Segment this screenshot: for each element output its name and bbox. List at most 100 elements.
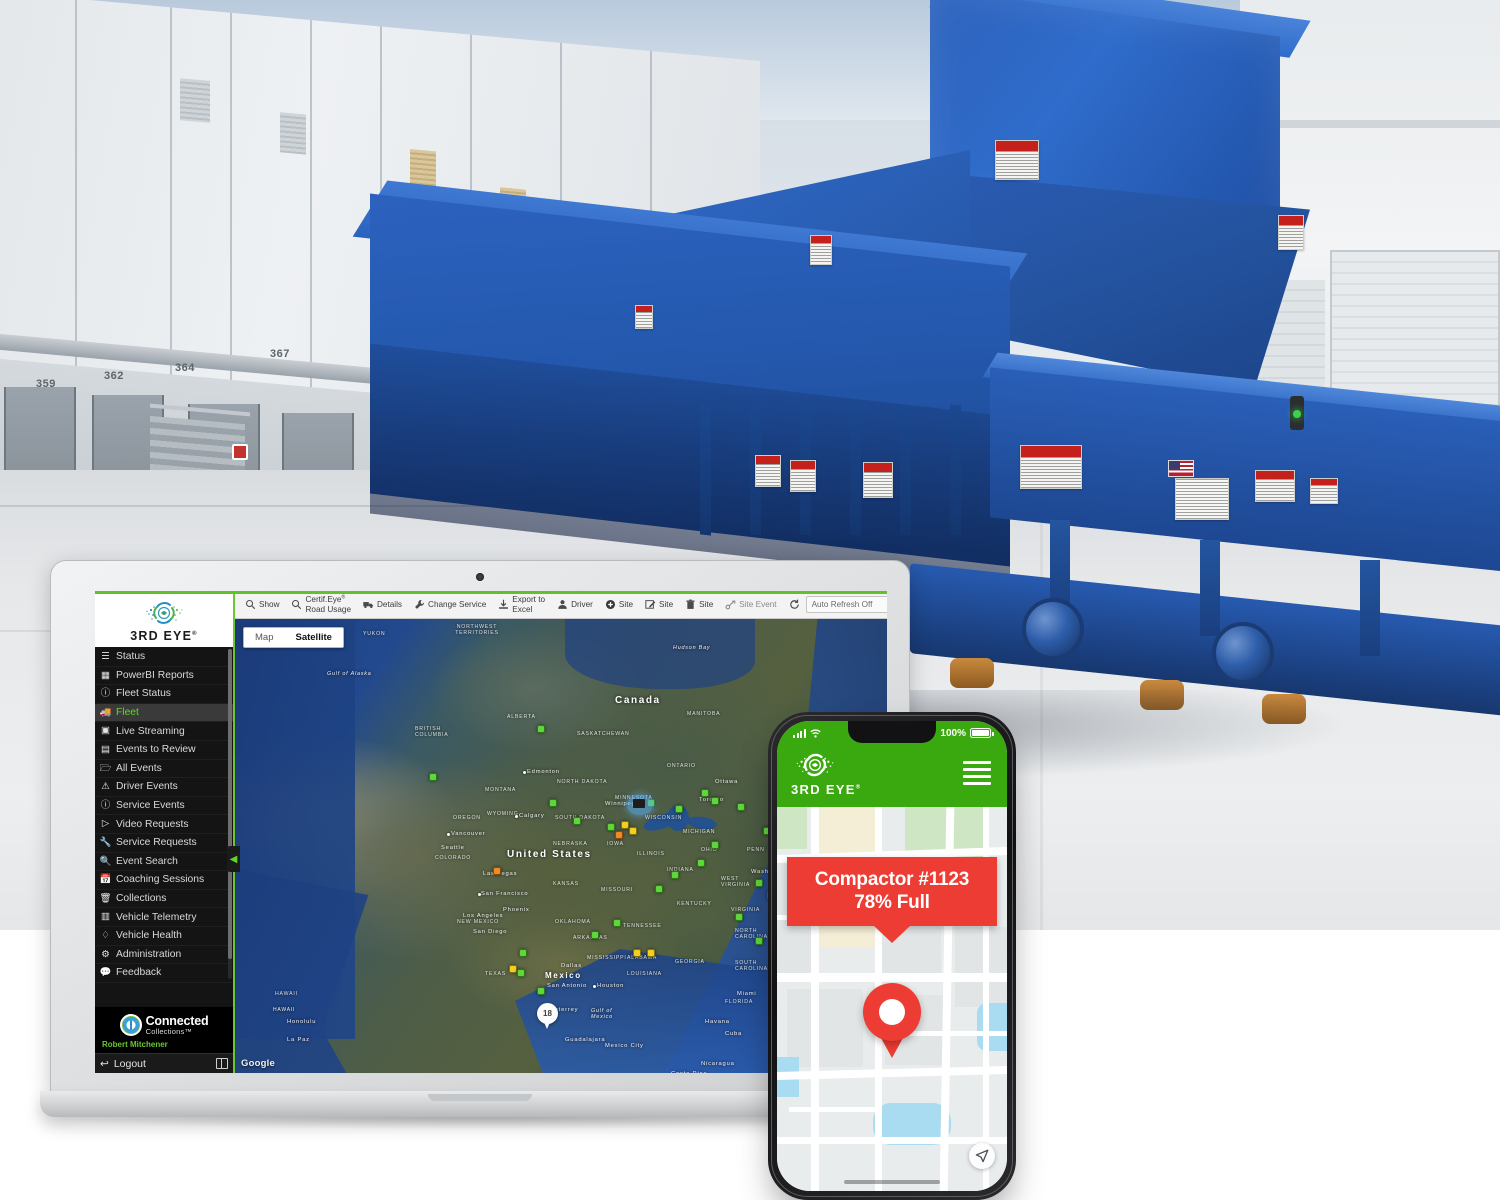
fleet-marker-ok[interactable]: [429, 773, 437, 781]
side-panel-toggle-icon[interactable]: [216, 1058, 228, 1069]
fleet-marker-warning[interactable]: [647, 949, 655, 957]
sidebar-item-label: Service Requests: [116, 837, 197, 849]
toolbar-details-button[interactable]: Details: [357, 591, 408, 618]
sidebar-item-label: Service Events: [116, 800, 185, 812]
toolbar-label: Site: [618, 599, 634, 609]
sidebar-item-driver-events[interactable]: ⚠ Driver Events: [95, 778, 233, 797]
fleet-marker-ok[interactable]: [711, 797, 719, 805]
fleet-marker-warning[interactable]: [629, 827, 637, 835]
fleet-marker-ok[interactable]: [711, 841, 719, 849]
warning-label: [863, 462, 893, 498]
sidebar-item-administration[interactable]: ⚙ Administration: [95, 946, 233, 965]
toolbar-export-to-excel-button[interactable]: Export to Excel: [492, 591, 551, 618]
video-camera-icon: ▣: [101, 725, 110, 737]
fleet-marker-ok[interactable]: [573, 817, 581, 825]
pin-center-dot: [879, 999, 905, 1025]
third-eye-logo-icon: [146, 601, 183, 624]
warning-label: [1020, 445, 1082, 489]
fleet-marker-ok[interactable]: [735, 913, 743, 921]
chart-image-icon: ▦: [101, 669, 110, 681]
fleet-marker-warning[interactable]: [509, 965, 517, 973]
sidebar-item-service-requests[interactable]: 🔧 Service Requests: [95, 834, 233, 853]
toolbar-delete-site-button[interactable]: Site: [679, 591, 719, 618]
sidebar-item-vehicle-health[interactable]: ♢ Vehicle Health: [95, 927, 233, 946]
app-accent-bar: [95, 591, 887, 594]
fleet-marker-ok[interactable]: [675, 805, 683, 813]
toolbar-show-button[interactable]: Show: [239, 591, 285, 618]
collapse-left-chevron-icon[interactable]: ◀: [227, 846, 240, 872]
dock-door-number: 364: [175, 362, 195, 374]
fleet-marker-ok[interactable]: [737, 803, 745, 811]
fleet-marker-ok[interactable]: [671, 871, 679, 879]
navigation-arrow-icon[interactable]: [969, 1143, 995, 1169]
map-type-control: Map Satellite: [243, 627, 344, 648]
sidebar-item-all-events[interactable]: 🗁 All Events: [95, 760, 233, 779]
wifi-icon: [809, 728, 821, 738]
selected-vehicle-icon[interactable]: [633, 799, 645, 808]
toolbar-edit-site-button[interactable]: Site: [639, 591, 679, 618]
sidebar-item-coaching-sessions[interactable]: 📅 Coaching Sessions: [95, 871, 233, 890]
person-icon: [558, 600, 567, 609]
warning-label: [810, 235, 832, 265]
map-cluster-marker[interactable]: 18: [537, 1003, 558, 1030]
brand-header: 3RD EYE®: [95, 591, 233, 647]
fleet-marker-ok[interactable]: [517, 969, 525, 977]
map-type-satellite-button[interactable]: Satellite: [284, 628, 342, 647]
toolbar-change-service-button[interactable]: Change Service: [408, 591, 492, 618]
sidebar-item-fleet-status[interactable]: ⓘ Fleet Status: [95, 685, 233, 704]
sidebar-item-powerbi-reports[interactable]: ▦ PowerBI Reports: [95, 667, 233, 686]
sidebar-item-label: Fleet: [116, 707, 139, 719]
trash-bin-icon: [686, 599, 695, 609]
third-eye-logo-icon: [796, 753, 834, 776]
toolbar-add-site-button[interactable]: Site: [599, 591, 639, 618]
fleet-marker-ok[interactable]: [755, 937, 763, 945]
plus-circle-icon: [605, 599, 615, 610]
toolbar-driver-button[interactable]: Driver: [551, 591, 599, 618]
sidebar-item-event-search[interactable]: 🔍 Event Search: [95, 853, 233, 872]
sidebar-scrollbar-thumb[interactable]: [228, 649, 232, 959]
auto-refresh-select[interactable]: Auto Refresh Off ▲▼: [805, 596, 887, 613]
fleet-marker-ok[interactable]: [591, 931, 599, 939]
sidebar-item-fleet[interactable]: 🚚 Fleet: [95, 703, 233, 723]
app-sidebar: 3RD EYE® ☰ Status ▦ PowerBI Reports ⓘ Fl…: [95, 591, 240, 1073]
fleet-marker-ok[interactable]: [607, 823, 615, 831]
sidebar-item-status[interactable]: ☰ Status: [95, 648, 233, 667]
fleet-marker-alert[interactable]: [615, 831, 623, 839]
toolbar-site-event-button[interactable]: Site Event: [719, 591, 782, 618]
toolbar-label: Site: [699, 599, 714, 609]
fleet-marker-ok[interactable]: [519, 949, 527, 957]
toolbar-certifeye-road-usage-button[interactable]: Certif.Eye® Road Usage: [285, 591, 357, 618]
hamburger-menu-icon[interactable]: [963, 760, 991, 786]
fleet-marker-alert[interactable]: [493, 867, 501, 875]
sidebar-item-service-events[interactable]: ⓘ Service Events: [95, 797, 233, 816]
fleet-marker-ok[interactable]: [755, 879, 763, 887]
sidebar-item-video-requests[interactable]: ▷ Video Requests: [95, 815, 233, 834]
fleet-marker-warning[interactable]: [621, 821, 629, 829]
map-type-map-button[interactable]: Map: [244, 628, 284, 647]
brand-wordmark: 3RD EYE®: [130, 628, 198, 643]
sidebar-item-live-streaming[interactable]: ▣ Live Streaming: [95, 722, 233, 741]
fleet-marker-ok[interactable]: [537, 987, 545, 995]
phone-home-indicator: [844, 1180, 940, 1184]
phone-map[interactable]: Compactor #1123 78% Full: [777, 806, 1007, 1191]
fleet-marker-ok[interactable]: [549, 799, 557, 807]
alert-line-1: Compactor #1123: [814, 869, 970, 890]
sidebar-item-feedback[interactable]: 💬 Feedback: [95, 964, 233, 983]
fleet-marker-ok[interactable]: [701, 789, 709, 797]
sidebar-item-vehicle-telemetry[interactable]: ▥ Vehicle Telemetry: [95, 908, 233, 927]
fleet-marker-warning[interactable]: [633, 949, 641, 957]
fleet-marker-ok[interactable]: [655, 885, 663, 893]
speech-bubble-icon: 💬: [99, 967, 112, 979]
fleet-marker-ok[interactable]: [537, 725, 545, 733]
sidebar-item-events-to-review[interactable]: ▤ Events to Review: [95, 741, 233, 760]
logout-button[interactable]: ↩ Logout: [100, 1058, 146, 1070]
connected-collections-logo-icon: [119, 1014, 142, 1036]
location-pin-icon[interactable]: [863, 983, 921, 1059]
sidebar-item-collections[interactable]: 🗑 Collections: [95, 890, 233, 909]
connected-collections-footer: Connected Collections™ Robert Mitchener: [95, 1007, 233, 1053]
fleet-marker-ok[interactable]: [697, 859, 705, 867]
warning-label: [1310, 478, 1338, 504]
fleet-marker-ok[interactable]: [613, 919, 621, 927]
sidebar-item-label: Coaching Sessions: [116, 874, 205, 886]
warning-label: [790, 460, 816, 492]
